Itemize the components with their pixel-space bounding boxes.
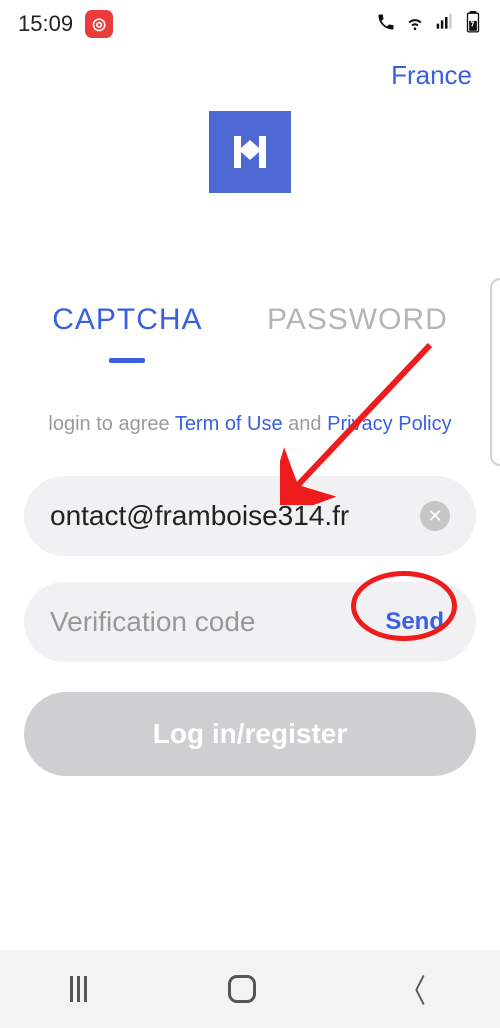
clear-icon[interactable]: ✕ [420, 501, 450, 531]
tab-captcha[interactable]: CAPTCHA [52, 303, 202, 353]
wifi-icon [404, 12, 426, 37]
send-button[interactable]: Send [379, 608, 450, 636]
app-notification-icon: ◎ [85, 10, 113, 38]
email-input[interactable] [50, 500, 406, 532]
status-icons [376, 11, 482, 38]
email-field-container: ✕ [24, 476, 476, 556]
android-navbar: 〈 [0, 950, 500, 1028]
status-time: 15:09 [18, 11, 73, 37]
battery-icon [464, 11, 482, 38]
tab-password[interactable]: PASSWORD [267, 303, 448, 353]
status-bar: 15:09 ◎ [0, 0, 500, 42]
terms-link[interactable]: Term of Use [175, 413, 283, 435]
nav-recent-button[interactable] [70, 976, 87, 1002]
nav-home-button[interactable] [228, 975, 256, 1003]
agree-text: login to agree Term of Use and Privacy P… [0, 413, 500, 436]
privacy-link[interactable]: Privacy Policy [327, 413, 451, 435]
verification-code-input[interactable] [50, 606, 365, 638]
signal-icon [434, 12, 456, 37]
auth-tabs: CAPTCHA PASSWORD [0, 303, 500, 353]
nav-back-button[interactable]: 〈 [401, 966, 427, 1012]
app-logo [209, 111, 291, 193]
code-field-container: Send [24, 582, 476, 662]
scroll-indicator [490, 278, 500, 466]
call-icon [376, 12, 396, 37]
login-register-button[interactable]: Log in/register [24, 692, 476, 776]
region-link[interactable]: France [391, 60, 472, 90]
